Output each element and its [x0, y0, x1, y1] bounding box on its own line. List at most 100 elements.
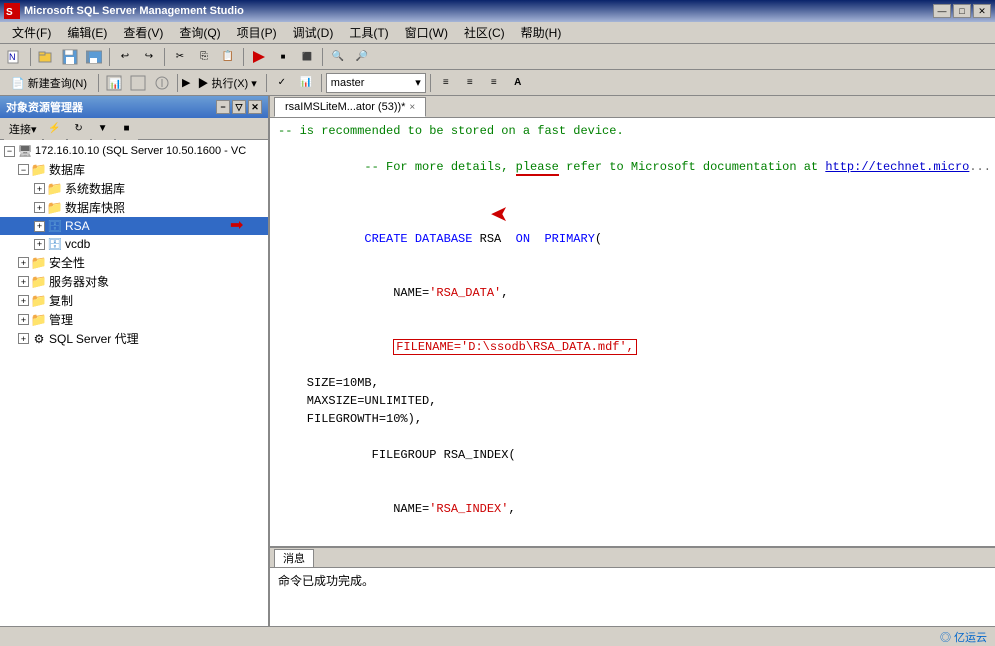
tb-btn-8[interactable]: 🔍: [327, 46, 349, 68]
menu-debug[interactable]: 调试(D): [285, 22, 342, 43]
new-query-btn[interactable]: N: [4, 46, 26, 68]
tab-label: rsaIMSLiteM...ator (53))*: [285, 101, 405, 113]
sys-db-expand-icon[interactable]: +: [34, 183, 45, 194]
save-btn[interactable]: [59, 46, 81, 68]
toolbar-sep-1: [30, 48, 31, 66]
agent-label: SQL Server 代理: [49, 330, 139, 347]
code-text-4: NAME='RSA_DATA',: [278, 266, 987, 320]
server-icon: 🖥: [17, 143, 33, 159]
code-text-5: FILENAME='D:\ssodb\RSA_DATA.mdf',: [278, 320, 987, 374]
code-line-10: NAME='RSA_INDEX',: [270, 482, 995, 536]
tree-item-management[interactable]: + 📁 管理: [0, 310, 268, 329]
tb-btn-5[interactable]: [248, 46, 270, 68]
obj-toolbar: 连接▾ ⚡ ↻ ▼ ■: [0, 118, 268, 140]
tb2-btn-results[interactable]: 📊: [295, 72, 317, 94]
agent-expand-icon[interactable]: +: [18, 333, 29, 344]
code-line-3: CREATE DATABASE RSA ON PRIMARY( ➤: [270, 212, 995, 266]
vcdb-expand-icon[interactable]: +: [34, 239, 45, 250]
server-objects-expand-icon[interactable]: +: [18, 276, 29, 287]
tb2-btn-3[interactable]: [151, 72, 173, 94]
tb2-btn-1[interactable]: 📊: [103, 72, 125, 94]
execute-btn[interactable]: ▶ 执行(X) ▾: [193, 72, 262, 94]
tb-btn-6[interactable]: ■: [272, 46, 294, 68]
security-expand-icon[interactable]: +: [18, 257, 29, 268]
svg-text:📊: 📊: [109, 77, 121, 90]
tree-item-replication[interactable]: + 📁 复制: [0, 291, 268, 310]
tree-item-server[interactable]: − 🖥 172.16.10.10 (SQL Server 10.50.1600 …: [0, 142, 268, 160]
minimize-btn[interactable]: —: [933, 4, 951, 18]
management-label: 管理: [49, 311, 73, 328]
bottom-tab-messages[interactable]: 消息: [274, 549, 314, 567]
menu-community[interactable]: 社区(C): [456, 22, 513, 43]
tree-item-security[interactable]: + 📁 安全性: [0, 253, 268, 272]
tree-item-vcdb[interactable]: + 🗄 vcdb: [0, 235, 268, 253]
stop-btn[interactable]: ■: [116, 118, 138, 140]
code-text-11: FILENAME='D:\ssodb\RSA_INDEX.ndf',: [278, 536, 987, 546]
rsa-expand-icon[interactable]: +: [34, 221, 45, 232]
connect-btn[interactable]: 连接▾: [4, 118, 42, 140]
menu-help[interactable]: 帮助(H): [513, 22, 570, 43]
editor-tab-main[interactable]: rsaIMSLiteM...ator (53))* ×: [274, 97, 426, 117]
tree-item-databases[interactable]: − 📁 数据库: [0, 160, 268, 179]
maximize-btn[interactable]: □: [953, 4, 971, 18]
server-objects-label: 服务器对象: [49, 273, 109, 290]
server-label: 172.16.10.10 (SQL Server 10.50.1600 - VC: [35, 145, 246, 157]
redo-btn[interactable]: ↪: [138, 46, 160, 68]
db-dropdown[interactable]: master ▾: [326, 73, 426, 93]
copy-btn[interactable]: ⎘: [193, 46, 215, 68]
refresh-btn[interactable]: ↻: [68, 118, 90, 140]
tb-btn-7[interactable]: ⬛: [296, 46, 318, 68]
menu-query[interactable]: 查询(Q): [171, 22, 228, 43]
databases-expand-icon[interactable]: −: [18, 164, 29, 175]
tree-item-agent[interactable]: + ⚙ SQL Server 代理: [0, 329, 268, 348]
tree-item-server-objects[interactable]: + 📁 服务器对象: [0, 272, 268, 291]
menu-project[interactable]: 项目(P): [229, 22, 285, 43]
header-buttons: − ▽ ✕: [216, 100, 262, 114]
vcdb-label: vcdb: [65, 237, 90, 251]
management-expand-icon[interactable]: +: [18, 314, 29, 325]
code-text-7: MAXSIZE=UNLIMITED,: [278, 392, 987, 410]
tree-item-rsa[interactable]: + 🗄 RSA ⬅: [0, 217, 268, 235]
tb2-align-center[interactable]: ≡: [459, 72, 481, 94]
disconnect-btn[interactable]: ⚡: [44, 118, 66, 140]
server-expand-icon[interactable]: −: [4, 146, 15, 157]
tb-btn-9[interactable]: 🔎: [351, 46, 373, 68]
menu-window[interactable]: 窗口(W): [397, 22, 456, 43]
menu-view[interactable]: 查看(V): [115, 22, 171, 43]
tree-item-sys-db[interactable]: + 📁 系统数据库: [0, 179, 268, 198]
svg-text:S: S: [6, 7, 13, 18]
tb2-btn-2[interactable]: [127, 72, 149, 94]
code-line-5: FILENAME='D:\ssodb\RSA_DATA.mdf',: [270, 320, 995, 374]
replication-expand-icon[interactable]: +: [18, 295, 29, 306]
title-bar: S Microsoft SQL Server Management Studio…: [0, 0, 995, 22]
window-controls: — □ ✕: [933, 4, 991, 18]
filter-btn[interactable]: ▼: [92, 118, 114, 140]
toolbar2-sep-3: [266, 74, 267, 92]
open-btn[interactable]: [35, 46, 57, 68]
tab-close-icon[interactable]: ×: [409, 102, 415, 113]
tb2-align-right[interactable]: ≡: [483, 72, 505, 94]
expand-btn[interactable]: ▽: [232, 100, 246, 114]
rsa-db-icon: 🗄: [47, 218, 63, 234]
menu-edit[interactable]: 编辑(E): [59, 22, 115, 43]
undo-btn[interactable]: ↩: [114, 46, 136, 68]
obj-explorer-title: 对象资源管理器: [6, 99, 83, 115]
code-line-7: MAXSIZE=UNLIMITED,: [270, 392, 995, 410]
new-query-btn2[interactable]: 📄 新建查询(N): [4, 72, 94, 94]
bottom-content: 命令已成功完成。: [270, 568, 995, 626]
menu-tools[interactable]: 工具(T): [341, 22, 396, 43]
tb2-font[interactable]: A: [507, 72, 529, 94]
pin-btn[interactable]: −: [216, 100, 230, 114]
cut-btn[interactable]: ✂: [169, 46, 191, 68]
tb2-align-left[interactable]: ≡: [435, 72, 457, 94]
tree-item-snapshots[interactable]: + 📁 数据库快照: [0, 198, 268, 217]
snapshots-expand-icon[interactable]: +: [34, 202, 45, 213]
tb2-btn-parse[interactable]: ✓: [271, 72, 293, 94]
databases-label: 数据库: [49, 161, 85, 178]
menu-file[interactable]: 文件(F): [4, 22, 59, 43]
paste-btn[interactable]: 📋: [217, 46, 239, 68]
close-btn[interactable]: ✕: [973, 4, 991, 18]
saveall-btn[interactable]: [83, 46, 105, 68]
code-editor[interactable]: -- is recommended to be stored on a fast…: [270, 118, 995, 546]
close-panel-btn[interactable]: ✕: [248, 100, 262, 114]
